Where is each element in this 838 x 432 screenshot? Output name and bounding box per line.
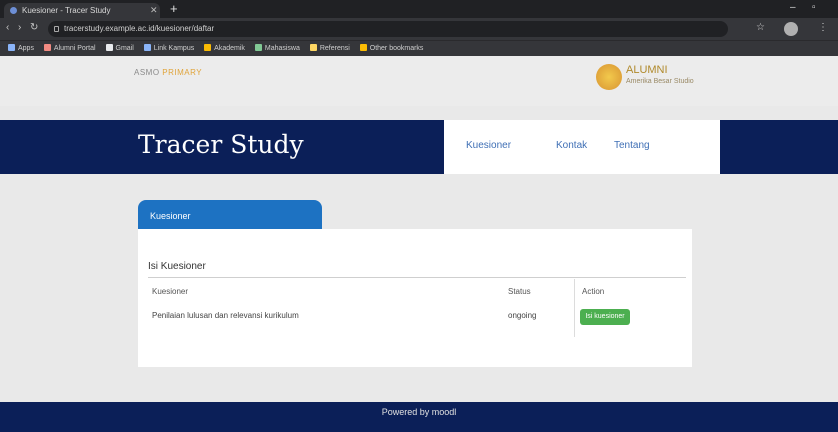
address-bar[interactable]: tracerstudy.example.ac.id/kuesioner/daft… — [48, 21, 728, 37]
header-banner: Tracer Study Kuesioner Kontak Tentang — [0, 120, 838, 174]
menu-kuesioner[interactable]: Kuesioner — [466, 140, 511, 151]
bookmark-item[interactable]: Other bookmarks — [359, 41, 423, 56]
close-tab-icon[interactable]: ✕ — [150, 3, 158, 18]
bookmark-icon — [105, 44, 113, 51]
footer: Powered by moodl — [0, 402, 838, 432]
panel-tab: Kuesioner — [138, 200, 322, 230]
questionnaire-status: ongoing — [508, 311, 537, 320]
apps-icon — [8, 44, 15, 51]
panel-tab-label: Kuesioner — [150, 211, 191, 221]
browser-tab-bar: Kuesioner - Tracer Study ✕ + – ▫ — [0, 0, 838, 18]
bookmark-star-icon[interactable]: ☆ — [756, 22, 765, 33]
address-text: tracerstudy.example.ac.id/kuesioner/daft… — [64, 24, 215, 33]
bookmark-icon — [254, 44, 262, 51]
bookmark-icon — [309, 44, 317, 51]
small-brand[interactable]: ASMO PRIMARY — [134, 68, 202, 77]
lock-icon — [54, 26, 59, 32]
top-brand-strip: ASMO PRIMARY ALUMNI Amerika Besar Studio — [0, 56, 838, 106]
bookmark-item[interactable]: Gmail — [105, 41, 134, 56]
favicon-icon — [10, 7, 17, 14]
bookmark-item[interactable]: Mahasiswa — [254, 41, 300, 56]
column-header-kuesioner: Kuesioner — [152, 287, 189, 296]
bookmark-icon — [43, 44, 51, 51]
bookmark-item[interactable]: Link Kampus — [143, 41, 194, 56]
bookmark-item[interactable]: Referensi — [309, 41, 350, 56]
menu-kebab-icon[interactable]: ⋮ — [818, 22, 828, 33]
browser-toolbar: ‹ › ↻ tracerstudy.example.ac.id/kuesione… — [0, 18, 838, 40]
bookmark-item[interactable]: Alumni Portal — [43, 41, 96, 56]
site-title[interactable]: Tracer Study — [138, 130, 304, 159]
questionnaire-name: Penilaian lulusan dan relevansi kurikulu… — [152, 311, 299, 320]
forward-icon[interactable]: › — [18, 22, 21, 33]
column-divider — [574, 279, 575, 337]
column-header-action: Action — [582, 287, 605, 296]
new-tab-icon[interactable]: + — [170, 1, 178, 17]
menu-tentang[interactable]: Tentang — [614, 140, 650, 151]
alumni-title: ALUMNI — [626, 64, 668, 76]
bookmark-item[interactable]: Akademik — [204, 41, 245, 56]
back-icon[interactable]: ‹ — [6, 22, 9, 33]
main-menu: Kuesioner Kontak Tentang — [444, 120, 720, 174]
folder-icon — [359, 44, 367, 51]
alumni-logo-icon — [596, 64, 622, 90]
maximize-icon[interactable]: ▫ — [812, 2, 816, 13]
web-page: ASMO PRIMARY ALUMNI Amerika Besar Studio… — [0, 56, 838, 432]
tab-title: Kuesioner - Tracer Study — [22, 6, 111, 15]
menu-kontak[interactable]: Kontak — [556, 140, 587, 151]
profile-avatar[interactable] — [784, 22, 798, 36]
minimize-icon[interactable]: – — [790, 2, 796, 13]
bookmark-icon — [204, 44, 212, 51]
questionnaire-panel: Isi Kuesioner Kuesioner Status Action Pe… — [138, 229, 692, 367]
bookmark-icon — [143, 44, 151, 51]
alumni-subtitle: Amerika Besar Studio — [626, 78, 694, 85]
footer-text: Powered by moodl — [381, 407, 457, 417]
bookmarks-bar: Apps Alumni Portal Gmail Link Kampus Aka… — [0, 40, 838, 56]
bookmark-item[interactable]: Apps — [8, 41, 34, 56]
section-title: Isi Kuesioner — [148, 261, 206, 272]
column-header-status: Status — [508, 287, 531, 296]
browser-tab[interactable]: Kuesioner - Tracer Study ✕ — [4, 3, 160, 18]
fill-questionnaire-button[interactable]: Isi kuesioner — [580, 309, 630, 325]
divider — [148, 277, 686, 278]
reload-icon[interactable]: ↻ — [30, 22, 38, 33]
